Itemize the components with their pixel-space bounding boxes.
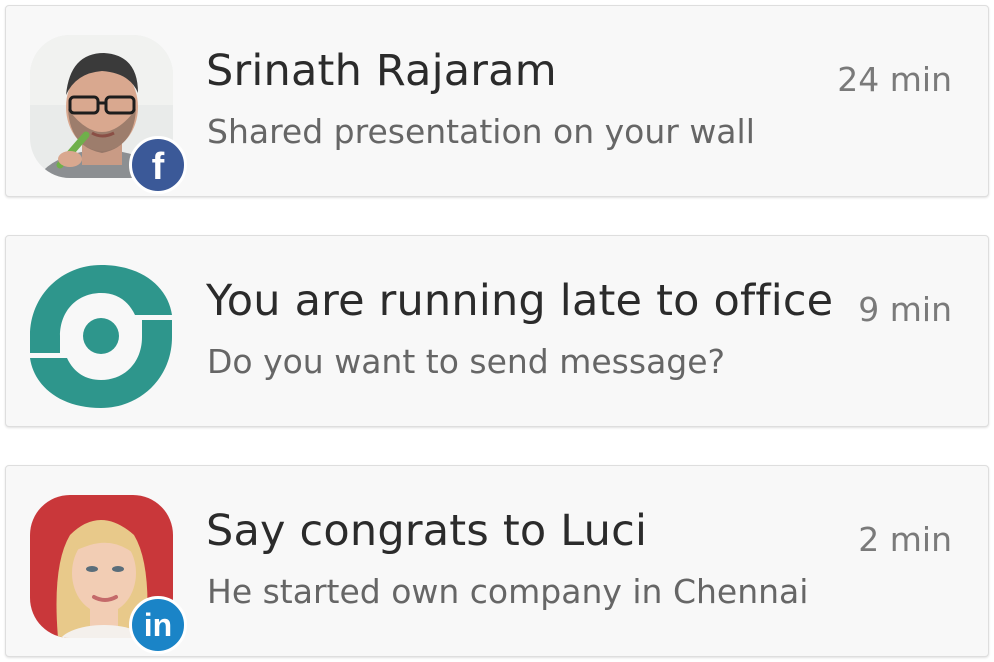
facebook-icon: f [129, 136, 187, 194]
avatar-container: f [30, 35, 187, 194]
notification-card[interactable]: in Say congrats to Luci He started own c… [5, 465, 989, 657]
notification-card[interactable]: f Srinath Rajaram Shared presentation on… [5, 5, 989, 197]
notification-subtitle: He started own company in Chennai [207, 572, 809, 611]
notification-time: 24 min [837, 60, 952, 99]
notification-title: Say congrats to Luci [206, 506, 648, 556]
notification-title: Srinath Rajaram [206, 46, 557, 96]
notification-subtitle: Do you want to send message? [207, 342, 726, 381]
app-logo-icon [30, 265, 172, 408]
notification-time: 9 min [858, 290, 952, 329]
avatar[interactable] [30, 265, 173, 408]
notification-subtitle: Shared presentation on your wall [207, 112, 755, 151]
avatar-container [30, 265, 173, 408]
notification-title: You are running late to office [206, 276, 834, 326]
notification-list: f Srinath Rajaram Shared presentation on… [0, 0, 994, 662]
notification-card[interactable]: You are running late to office Do you wa… [5, 235, 989, 427]
avatar-container: in [30, 495, 187, 654]
linkedin-icon: in [129, 596, 187, 654]
notification-time: 2 min [858, 520, 952, 559]
